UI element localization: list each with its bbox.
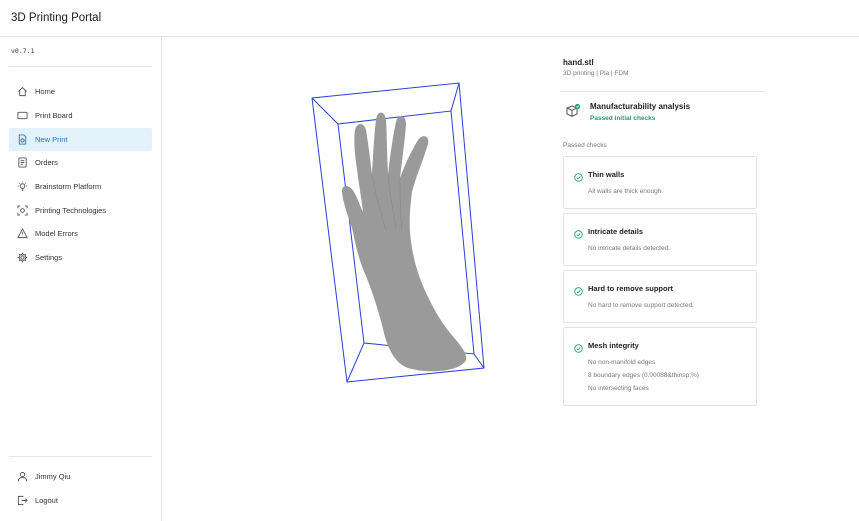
sidebar-divider <box>9 66 152 67</box>
manufacturability-analysis: Manufacturability analysis Passed initia… <box>563 100 763 128</box>
sidebar-item-label: Model Errors <box>35 229 78 238</box>
check-title: Mesh integrity <box>588 341 639 350</box>
check-circle-icon <box>574 226 583 239</box>
check-circle-icon <box>574 169 583 182</box>
check-description: 8 boundary edges (0.00088&thinsp;%) <box>588 372 699 379</box>
check-circle-icon <box>574 340 583 353</box>
check-description: All walls are thick enough. <box>588 188 664 195</box>
check-circle-icon <box>574 283 583 296</box>
sidebar-divider <box>9 456 152 457</box>
sidebar-item-settings[interactable]: Settings <box>9 246 152 269</box>
user-name: Jimmy Qiu <box>35 472 71 481</box>
sidebar-item-printing-technologies[interactable]: Printing Technologies <box>9 199 152 222</box>
hand-model <box>342 112 467 372</box>
home-icon <box>16 86 28 98</box>
check-description: No intersecting faces <box>588 385 649 392</box>
check-card-thin-walls: Thin walls All walls are thick enough. <box>563 156 757 209</box>
panel-divider <box>560 91 764 92</box>
board-icon <box>16 110 28 122</box>
warning-icon <box>16 228 28 240</box>
check-description: No intricate details detected. <box>588 245 671 252</box>
check-title: Hard to remove support <box>588 284 674 293</box>
check-title: Thin walls <box>588 170 625 179</box>
sidebar-item-label: New Print <box>35 135 68 144</box>
sidebar-item-model-errors[interactable]: Model Errors <box>9 222 152 245</box>
lightbulb-icon <box>16 181 28 193</box>
sidebar-item-home[interactable]: Home <box>9 80 152 103</box>
user-icon <box>16 471 28 483</box>
sidebar: v0.7.1 Home Print Board New Print Orders… <box>0 37 162 521</box>
gear-icon <box>16 252 28 264</box>
scan-icon <box>16 205 28 217</box>
check-card-mesh-integrity: Mesh integrity No non-manifold edges 8 b… <box>563 327 757 406</box>
user-profile[interactable]: Jimmy Qiu <box>9 465 152 488</box>
sidebar-item-label: Brainstorm Platform <box>35 182 102 191</box>
model-viewer[interactable] <box>300 78 495 388</box>
sidebar-item-label: Settings <box>35 253 63 262</box>
sidebar-item-label: Printing Technologies <box>35 206 107 215</box>
passed-checks-label: Passed checks <box>563 142 607 149</box>
check-title: Intricate details <box>588 227 644 236</box>
version-label: v0.7.1 <box>11 47 35 55</box>
check-card-support: Hard to remove support No hard to remove… <box>563 270 757 323</box>
check-description: No hard to remove support detected. <box>588 302 694 309</box>
cube-check-icon <box>565 103 581 119</box>
analysis-status: Passed initial checks <box>590 115 656 122</box>
logout-icon <box>16 495 28 507</box>
sidebar-item-print-board[interactable]: Print Board <box>9 104 152 127</box>
sidebar-item-orders[interactable]: Orders <box>9 151 152 174</box>
file-name: hand.stl <box>563 58 594 67</box>
check-description: No non-manifold edges <box>588 359 656 366</box>
logout-button[interactable]: Logout <box>9 489 152 512</box>
analysis-title: Manufacturability analysis <box>590 102 691 111</box>
sidebar-item-brainstorm[interactable]: Brainstorm Platform <box>9 175 152 198</box>
model-viewer-canvas[interactable] <box>300 78 495 388</box>
file-meta: 3D printing | Pla | FDM <box>563 70 629 77</box>
sidebar-item-label: Orders <box>35 158 58 167</box>
sidebar-item-new-print[interactable]: New Print <box>9 128 152 151</box>
sidebar-item-label: Print Board <box>35 111 73 120</box>
sidebar-item-label: Home <box>35 87 56 96</box>
logout-label: Logout <box>35 496 58 505</box>
app-title: 3D Printing Portal <box>11 12 102 24</box>
app-header: 3D Printing Portal <box>0 0 859 37</box>
check-card-intricate-details: Intricate details No intricate details d… <box>563 213 757 266</box>
orders-icon <box>16 157 28 169</box>
new-file-icon <box>16 134 28 146</box>
